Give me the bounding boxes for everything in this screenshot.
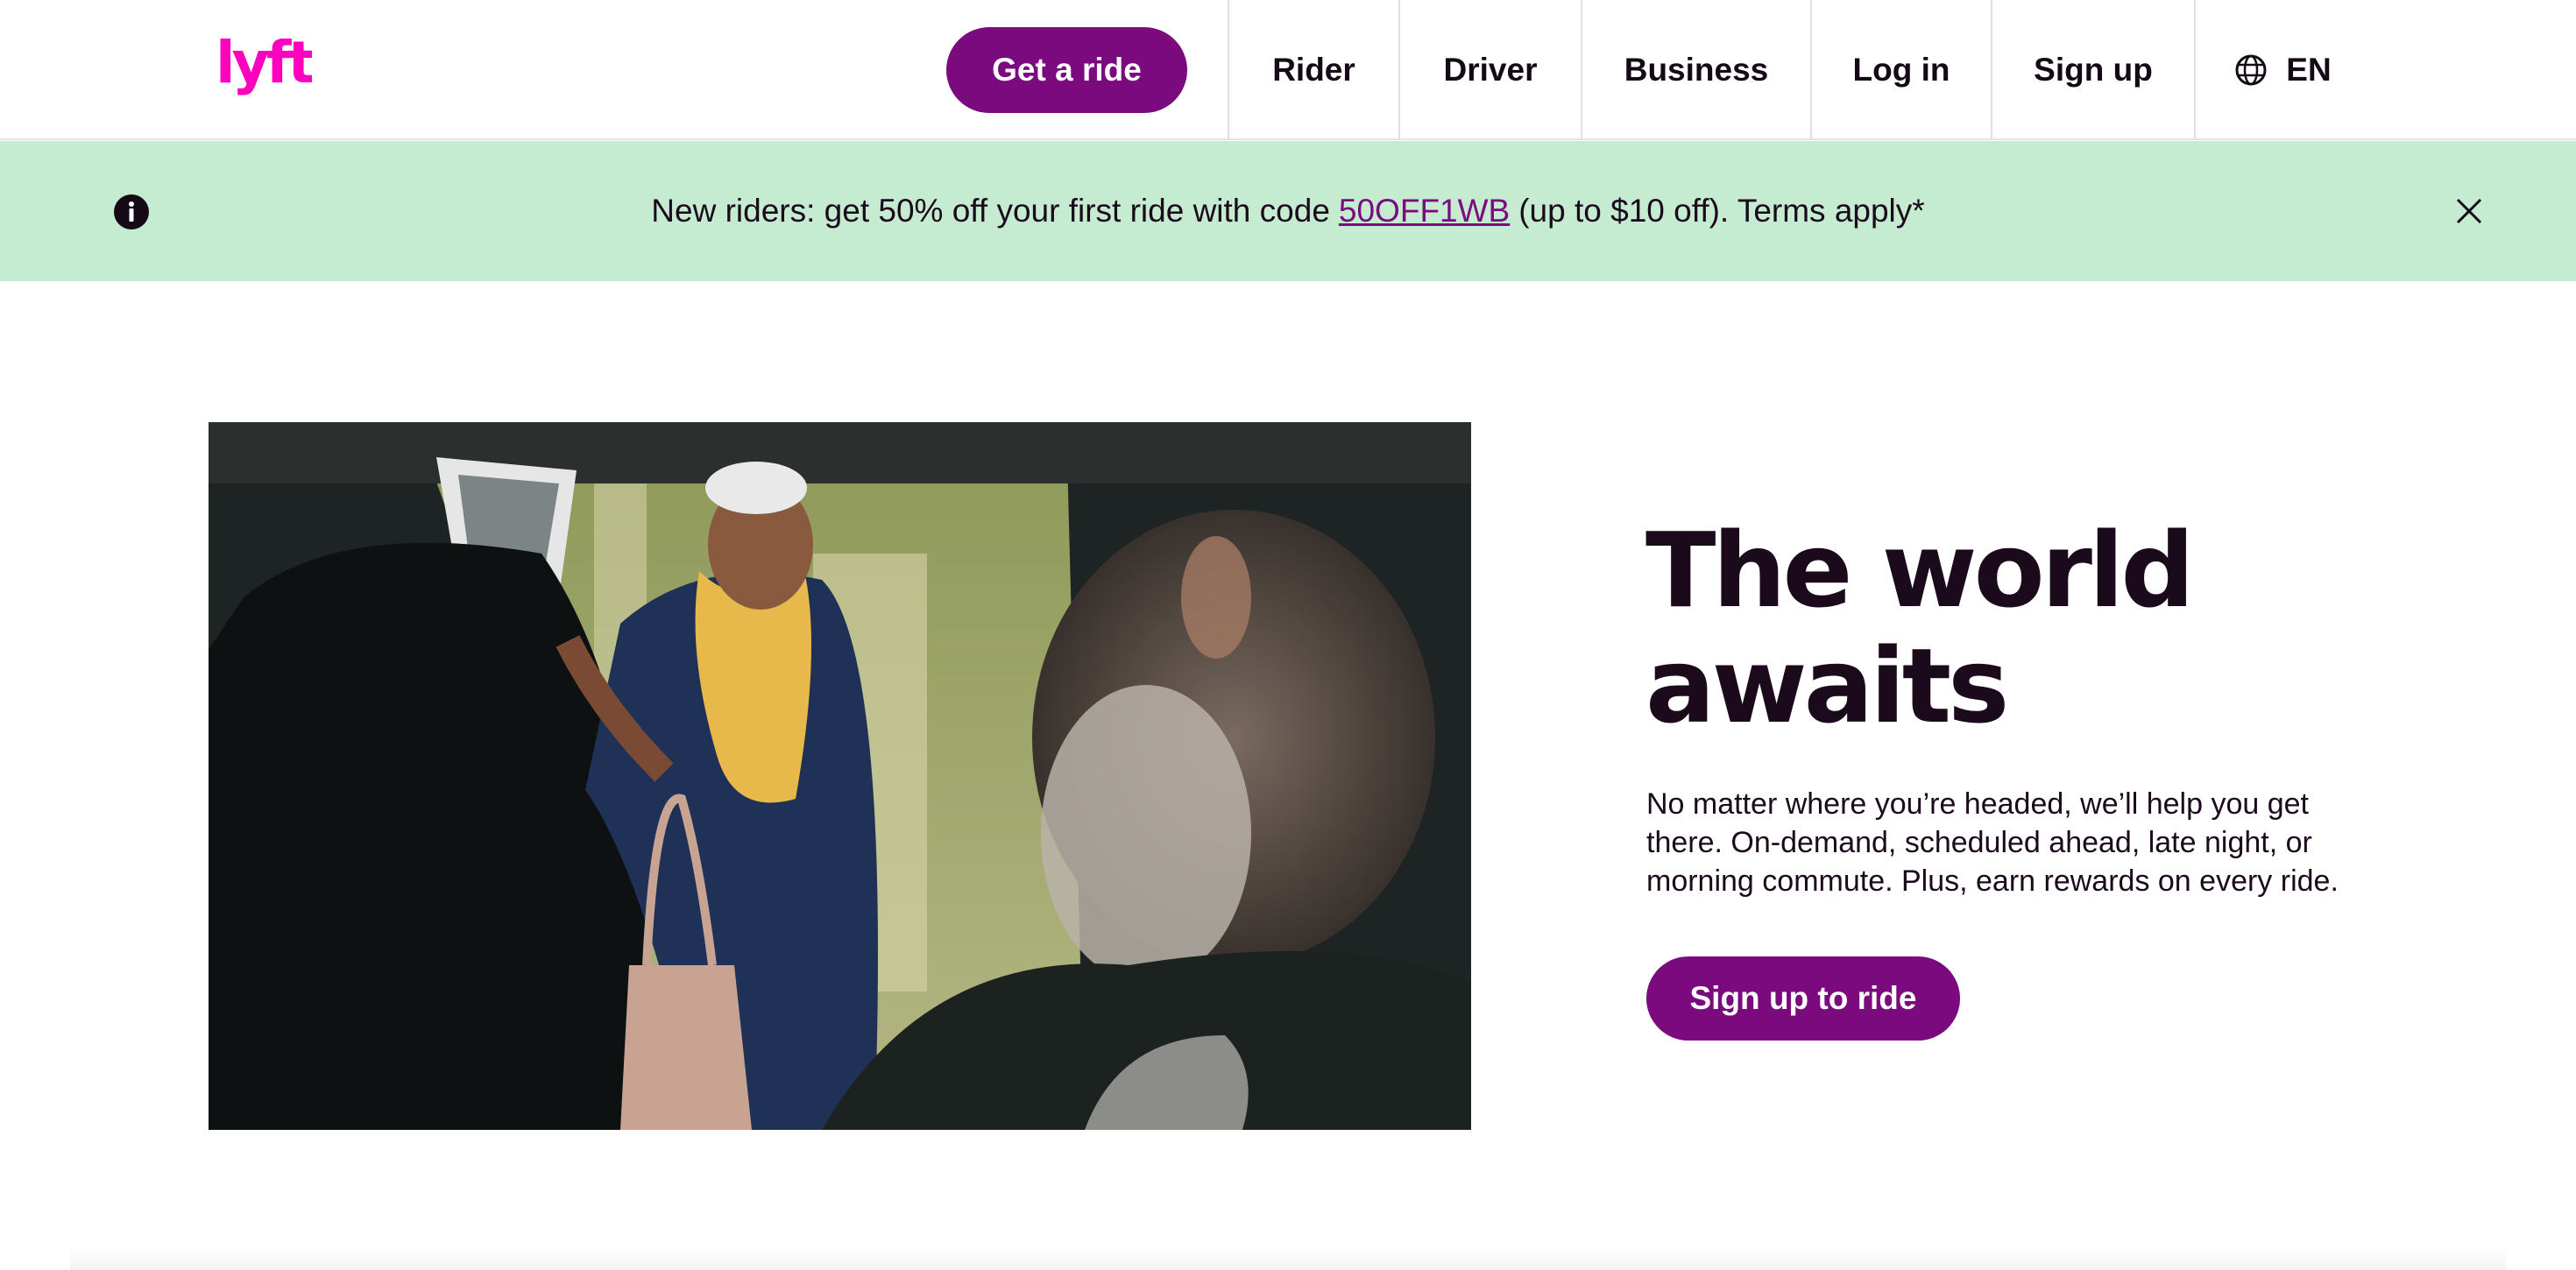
lyft-logo[interactable]: lyft [216,29,318,105]
promo-text-after: (up to $10 off). Terms apply* [1518,193,1925,229]
lyft-logo-mark: lyft [216,29,318,96]
sign-up-to-ride-button[interactable]: Sign up to ride [1646,956,1960,1041]
promo-code-link[interactable]: 50OFF1WB [1339,193,1510,229]
nav-business[interactable]: Business [1581,0,1810,140]
globe-icon [2235,54,2267,86]
language-label: EN [2286,52,2332,88]
site-header: lyft Get a ride Rider Driver Business Lo… [0,0,2576,140]
hero-headline: The world awaits [1645,512,2434,744]
svg-text:lyft: lyft [216,32,312,96]
language-selector[interactable]: EN [2194,0,2369,140]
hero-headline-line2: awaits [1645,625,2009,746]
section-divider [70,1248,2506,1270]
nav-rider[interactable]: Rider [1228,0,1398,140]
promo-text-before: New riders: get 50% off your first ride … [651,193,1330,229]
hero-description: No matter where you’re headed, we’ll hel… [1646,787,2339,898]
nav-sign-up[interactable]: Sign up [1991,0,2194,140]
main-nav: Rider Driver Business Log in Sign up EN [1228,0,2369,140]
close-banner-button[interactable] [2446,188,2492,234]
hero-photo [209,422,1471,1130]
nav-driver[interactable]: Driver [1398,0,1581,140]
close-icon [2456,198,2482,224]
promo-banner-text: New riders: get 50% off your first ride … [0,141,2576,281]
get-a-ride-button[interactable]: Get a ride [946,27,1187,113]
hero-image [209,422,1471,1130]
nav-log-in[interactable]: Log in [1810,0,1991,140]
hero-headline-line1: The world [1645,510,2195,631]
